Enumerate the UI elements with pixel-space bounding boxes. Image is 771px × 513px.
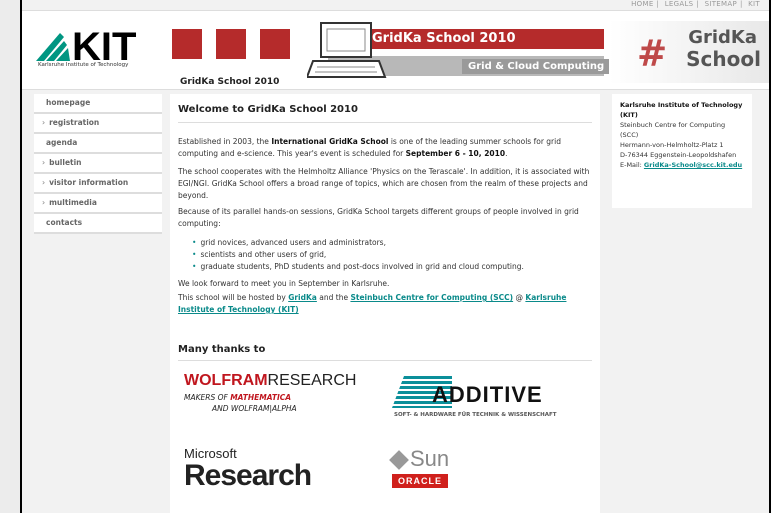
header: KIT Karlsruhe Institute of Technology Gr… [22, 10, 769, 90]
microsoft-research-logo[interactable]: Microsoft Research [184, 446, 312, 492]
page-title: Welcome to GridKa School 2010 [178, 104, 358, 115]
text: MAKERS OF [184, 393, 231, 402]
closing-paragraph: We look forward to meet you in September… [178, 279, 390, 288]
sidebar: homepage › registration agenda › bulletin … [34, 94, 162, 234]
sidebar-item-agenda[interactable]: agenda [34, 134, 162, 154]
sidebar-item-label: bulletin [49, 158, 82, 167]
sidebar-item-label: visitor information [49, 178, 129, 187]
sidebar-item-label: homepage [46, 98, 91, 107]
sun-diamond-icon [389, 450, 409, 471]
topnav-legals[interactable]: LEGALS [665, 0, 694, 8]
banner-square [216, 29, 246, 59]
divider [178, 122, 592, 123]
chevron-right-icon: › [42, 118, 46, 127]
wolfram-logo-text: WOLFRAM [184, 372, 268, 389]
list-item: scientists and other users of grid, [192, 249, 524, 261]
topnav-kit[interactable]: KIT [748, 0, 760, 8]
banner-subtitle: Grid & Cloud Computing [462, 59, 611, 74]
sidebar-item-multimedia[interactable]: › multimedia [34, 194, 162, 214]
sun-oracle-logo[interactable]: Sun ORACLE [389, 446, 450, 488]
address-org: Karlsruhe Institute of Technology (KIT) [620, 101, 743, 119]
research-logo-text: RESEARCH [267, 372, 357, 389]
research-logo-text: Research [184, 459, 312, 492]
sidebar-item-homepage[interactable]: homepage [34, 94, 162, 114]
scc-link[interactable]: Steinbuch Centre for Computing (SCC) [350, 293, 513, 302]
email-label: E-Mail: [620, 161, 644, 169]
oracle-logo-text: ORACLE [392, 474, 448, 488]
site-name: GridKa School 2010 [180, 77, 280, 87]
address-line: Steinbuch Centre for Computing (SCC) [620, 121, 726, 139]
email-link[interactable]: GridKa-School@scc.kit.edu [644, 161, 742, 169]
banner-title: GridKa School 2010 [372, 31, 516, 46]
intro-paragraph: Established in 2003, the International G… [178, 136, 592, 160]
banner-square [172, 29, 202, 59]
list-item: grid novices, advanced users and adminis… [192, 237, 524, 249]
top-navigation: HOME | LEGALS | SITEMAP | KIT [631, 0, 760, 8]
sidebar-item-contacts[interactable]: contacts [34, 214, 162, 234]
hash-icon: # [637, 33, 668, 75]
additive-logo-text: ADDITIVE [432, 382, 543, 407]
divider [178, 360, 592, 361]
kit-caption: Karlsruhe Institute of Technology [38, 62, 129, 68]
additive-tagline: SOFT- & HARDWARE FÜR TECHNIK & WISSENSCH… [394, 412, 557, 418]
topnav-sitemap[interactable]: SITEMAP [705, 0, 737, 8]
text: . [505, 149, 508, 158]
laptop-icon [307, 22, 387, 78]
chevron-right-icon: › [42, 158, 46, 167]
wolfram-research-logo[interactable]: WOLFRAMRESEARCH MAKERS OF MATHEMATICA AND… [184, 372, 356, 414]
school-name: International GridKa School [271, 137, 389, 146]
additive-logo[interactable]: ADDITIVE SOFT- & HARDWARE FÜR TECHNIK & … [392, 376, 582, 420]
sidebar-item-label: contacts [46, 218, 83, 227]
chevron-right-icon: › [42, 178, 46, 187]
sponsors-heading: Many thanks to [178, 344, 266, 355]
sidebar-item-label: agenda [46, 138, 78, 147]
text: Established in 2003, the [178, 137, 272, 146]
mathematica-text: MATHEMATICA [230, 393, 292, 402]
address-line: Hermann-von-Helmholtz-Platz 1 [620, 141, 724, 149]
host-paragraph: This school will be hosted by GridKa and… [178, 292, 592, 316]
page-frame: HOME | LEGALS | SITEMAP | KIT KIT Karlsruhe… [20, 0, 771, 513]
event-dates: September 6 - 10, 2010 [405, 149, 506, 158]
text: and the [316, 293, 351, 302]
text: This school will be hosted by [178, 293, 289, 302]
sidebar-item-label: registration [49, 118, 100, 127]
cooperation-paragraph: The school cooperates with the Helmholtz… [178, 167, 590, 200]
contact-address-box: Karlsruhe Institute of Technology (KIT) … [612, 94, 752, 208]
topnav-home[interactable]: HOME [631, 0, 653, 8]
sidebar-item-visitor-information[interactable]: › visitor information [34, 174, 162, 194]
list-item: graduate students, PhD students and post… [192, 261, 523, 273]
kit-logo[interactable]: KIT Karlsruhe Institute of Technology [36, 27, 146, 73]
svg-text:KIT: KIT [72, 27, 136, 61]
school-logo-text: School [686, 47, 761, 71]
banner-square [260, 29, 290, 59]
gridka-logo-text: GridKa [688, 27, 757, 48]
main-content: Welcome to GridKa School 2010 Establishe… [170, 94, 600, 513]
audience-paragraph: Because of its parallel hands-on session… [178, 207, 579, 228]
wolfram-alpha-text: AND WOLFRAM|ALPHA [212, 404, 297, 413]
sidebar-item-registration[interactable]: › registration [34, 114, 162, 134]
sidebar-item-label: multimedia [49, 198, 97, 207]
audience-list: grid novices, advanced users and adminis… [178, 237, 524, 273]
address-line: D-76344 Eggenstein-Leopoldshafen [620, 151, 737, 159]
text: @ [513, 293, 526, 302]
gridka-school-logo[interactable]: # GridKa School [609, 21, 769, 83]
gridka-link[interactable]: GridKa [288, 293, 317, 302]
sun-logo-text: Sun [410, 446, 450, 471]
chevron-right-icon: › [42, 198, 46, 207]
kit-logo-mark-icon: KIT [36, 27, 136, 61]
sidebar-item-bulletin[interactable]: › bulletin [34, 154, 162, 174]
